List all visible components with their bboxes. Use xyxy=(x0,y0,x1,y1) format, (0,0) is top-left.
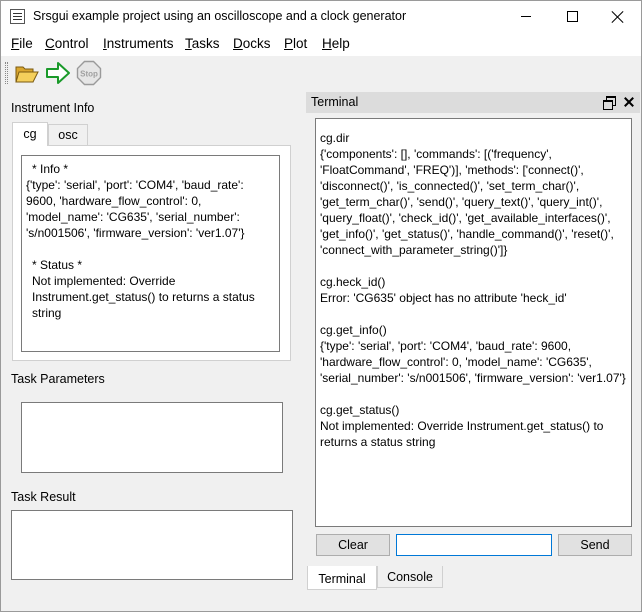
menu-file[interactable]: File xyxy=(11,36,33,51)
info-dict: {'type': 'serial', 'port': 'COM4', 'baud… xyxy=(26,178,245,240)
terminal-entry: cg.get_info() {'type': 'serial', 'port':… xyxy=(320,322,627,386)
svg-text:Stop: Stop xyxy=(80,70,98,79)
terminal-command: cg.dir xyxy=(320,131,350,145)
terminal-entry: cg.heck_id() Error: 'CG635' object has n… xyxy=(320,274,627,306)
task-parameters-label: Task Parameters xyxy=(11,372,105,386)
terminal-command: cg.get_status() xyxy=(320,403,400,417)
terminal-response: {'components': [], 'commands': [('freque… xyxy=(320,147,614,257)
stop-icon: Stop xyxy=(76,60,102,86)
terminal-response: Not implemented: Override Instrument.get… xyxy=(320,419,604,449)
minimize-button[interactable] xyxy=(503,1,549,32)
command-input[interactable] xyxy=(396,534,552,556)
instrument-info-label: Instrument Info xyxy=(11,101,95,115)
menu-tasks[interactable]: Tasks xyxy=(185,36,220,51)
app-icon xyxy=(10,9,25,24)
open-button[interactable] xyxy=(14,60,40,86)
run-arrow-icon xyxy=(46,62,70,84)
maximize-icon xyxy=(566,11,578,22)
menu-docks[interactable]: Docks xyxy=(233,36,271,51)
terminal-command: cg.heck_id() xyxy=(320,275,386,289)
terminal-dock-title-text: Terminal xyxy=(311,95,359,109)
task-parameters-box[interactable] xyxy=(21,402,283,473)
window-title: Srsgui example project using an oscillos… xyxy=(33,9,407,23)
toolbar: Stop xyxy=(1,56,641,90)
clear-button[interactable]: Clear xyxy=(316,534,390,556)
close-button[interactable] xyxy=(595,1,641,32)
tab-console[interactable]: Console xyxy=(377,566,443,588)
terminal-output[interactable]: cg.dir {'components': [], 'commands': [(… xyxy=(315,118,632,527)
close-icon xyxy=(611,10,625,24)
send-button[interactable]: Send xyxy=(558,534,632,556)
toolbar-grip[interactable] xyxy=(5,62,8,84)
menu-bar: File Control Instruments Tasks Docks Plo… xyxy=(1,32,641,56)
terminal-entry: cg.dir {'components': [], 'commands': [(… xyxy=(320,130,627,258)
menu-instruments[interactable]: Instruments xyxy=(103,36,174,51)
terminal-command: cg.get_info() xyxy=(320,323,387,337)
menu-plot[interactable]: Plot xyxy=(284,36,307,51)
status-heading: * Status * xyxy=(32,258,83,272)
tab-terminal[interactable]: Terminal xyxy=(307,566,377,590)
folder-open-icon xyxy=(15,66,39,83)
minimize-icon xyxy=(521,16,531,17)
float-icon[interactable] xyxy=(603,96,616,110)
task-result-box[interactable] xyxy=(11,510,293,580)
tab-osc[interactable]: osc xyxy=(48,124,88,146)
maximize-button[interactable] xyxy=(549,1,595,32)
stop-button[interactable]: Stop xyxy=(76,60,102,86)
terminal-response: {'type': 'serial', 'port': 'COM4', 'baud… xyxy=(320,339,626,385)
terminal-entry: cg.get_status() Not implemented: Overrid… xyxy=(320,402,627,450)
menu-control[interactable]: Control xyxy=(45,36,89,51)
tab-cg[interactable]: cg xyxy=(12,122,48,146)
main-window: Srsgui example project using an oscillos… xyxy=(0,0,642,612)
status-text: Not implemented: Override Instrument.get… xyxy=(32,274,255,320)
run-button[interactable] xyxy=(45,60,71,86)
title-bar: Srsgui example project using an oscillos… xyxy=(1,1,641,32)
terminal-response: Error: 'CG635' object has no attribute '… xyxy=(320,291,567,305)
info-heading: * Info * xyxy=(32,162,69,176)
dock-close-icon[interactable] xyxy=(622,95,636,109)
terminal-dock-title: Terminal xyxy=(306,92,640,113)
menu-help[interactable]: Help xyxy=(322,36,350,51)
instrument-info-text[interactable]: * Info * {'type': 'serial', 'port': 'COM… xyxy=(21,155,280,352)
task-result-label: Task Result xyxy=(11,490,76,504)
info-blank xyxy=(26,241,275,257)
